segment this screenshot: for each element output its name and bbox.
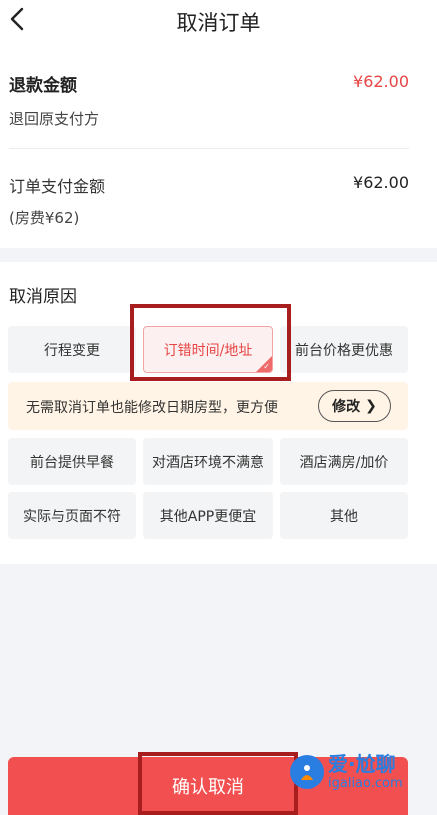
modify-button[interactable]: 修改 ❯	[318, 390, 391, 422]
refund-amount-value: ¥62.00	[353, 72, 409, 91]
paid-amount-value: ¥62.00	[353, 173, 409, 192]
reason-chip-other[interactable]: 其他	[280, 492, 408, 539]
modify-tip-bar: 无需取消订单也能修改日期房型，更方便 修改 ❯	[8, 382, 408, 430]
reason-chip-label: 实际与页面不符	[23, 508, 121, 525]
room-fee-text: (房费¥62)	[9, 209, 80, 227]
modify-tip-text: 无需取消订单也能修改日期房型，更方便	[26, 400, 278, 416]
reason-chip-label: 前台价格更优惠	[295, 342, 393, 359]
reason-chip-label: 酒店满房/加价	[299, 454, 389, 471]
cancel-reason-title: 取消原因	[9, 287, 77, 307]
refund-method-text: 退回原支付方	[9, 110, 100, 128]
reason-chip-label: 对酒店环境不满意	[152, 454, 264, 471]
watermark: 爱·尬聊 igaliao.com	[290, 742, 437, 802]
reason-chip-mismatch[interactable]: 实际与页面不符	[8, 492, 136, 539]
reason-chip-label: 行程变更	[44, 342, 100, 359]
amount-card: 退款金额 ¥62.00 退回原支付方 订单支付金额 ¥62.00 (房费¥62)	[0, 44, 437, 248]
reason-chip-itinerary-change[interactable]: 行程变更	[8, 326, 136, 373]
reason-chip-hotel-full[interactable]: 酒店满房/加价	[280, 438, 408, 485]
refund-amount-label: 退款金额	[9, 76, 77, 96]
reason-chip-environment[interactable]: 对酒店环境不满意	[143, 438, 273, 485]
chevron-right-icon: ❯	[365, 398, 377, 414]
paid-amount-label: 订单支付金额	[9, 177, 106, 196]
confirm-cancel-label: 确认取消	[172, 777, 244, 798]
divider	[9, 148, 409, 149]
watermark-logo-icon	[290, 755, 324, 789]
watermark-title: 爱·尬聊	[328, 752, 396, 776]
modify-button-label: 修改	[332, 399, 361, 415]
reason-chip-label: 订错时间/地址	[163, 342, 253, 359]
check-icon: ✓	[263, 362, 270, 371]
reason-chip-label: 前台提供早餐	[30, 454, 114, 471]
reason-chip-label: 其他APP更便宜	[159, 508, 257, 525]
reason-chip-breakfast[interactable]: 前台提供早餐	[8, 438, 136, 485]
nav-header: 取消订单	[0, 0, 437, 44]
watermark-url: igaliao.com	[328, 776, 403, 791]
page-title: 取消订单	[176, 11, 261, 35]
reason-chip-wrong-time-address[interactable]: 订错时间/地址 ✓	[143, 326, 273, 373]
cancel-reason-card: 取消原因 行程变更 订错时间/地址 ✓ 前台价格更优惠 无需取消订单也能修改日期…	[0, 262, 437, 564]
reason-chip-other-app-cheaper[interactable]: 其他APP更便宜	[143, 492, 273, 539]
reason-chip-front-desk-cheaper[interactable]: 前台价格更优惠	[280, 326, 408, 373]
reason-chip-label: 其他	[330, 508, 358, 525]
